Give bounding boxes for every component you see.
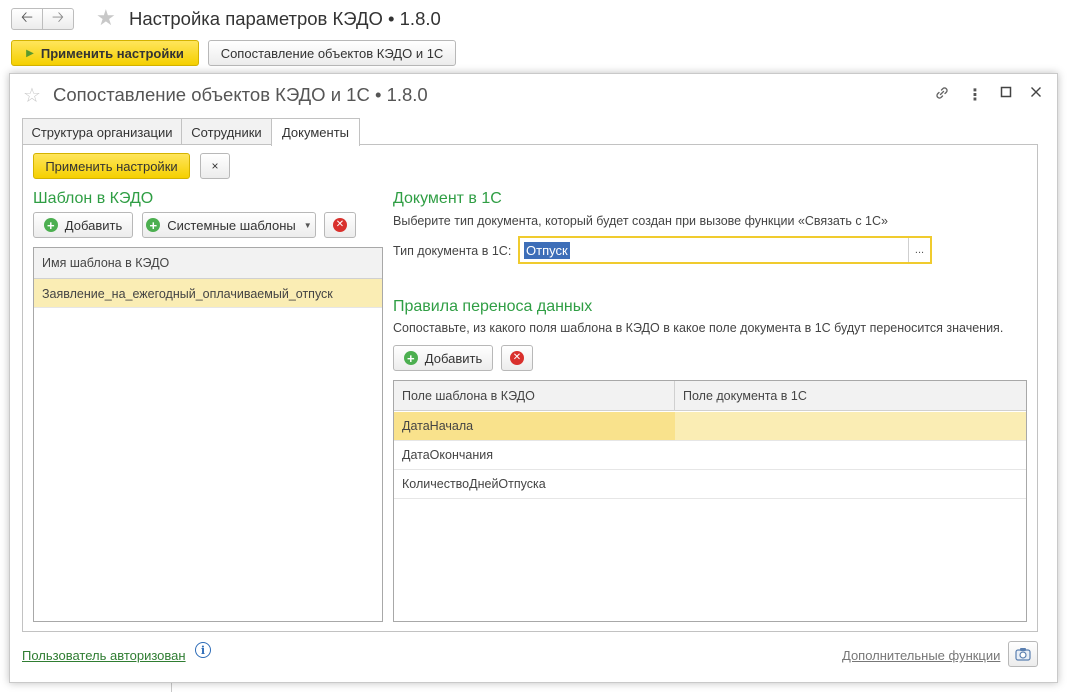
add-icon: + <box>146 218 161 232</box>
close-icon[interactable] <box>1026 85 1046 103</box>
chevron-down-icon: ▼ <box>303 220 312 230</box>
apply-settings-button-inner[interactable]: Применить настройки <box>33 153 190 179</box>
documents-tab-panel: Применить настройки × Шаблон в КЭДО + До… <box>22 144 1038 632</box>
template-add-label: Добавить <box>64 217 123 233</box>
add-icon: + <box>403 351 418 365</box>
document-field-cell[interactable] <box>675 441 683 469</box>
template-delete-button[interactable]: ✕ <box>324 212 356 238</box>
rules-heading: Правила переноса данных <box>393 298 593 315</box>
dialog-title: Сопоставление объектов КЭДО и 1С • 1.8.0 <box>53 84 428 105</box>
forward-button[interactable]: 🡢 <box>42 8 74 30</box>
document-type-value: Отпуск <box>524 242 570 259</box>
template-table[interactable]: Имя шаблона в КЭДО Заявление_на_ежегодны… <box>33 247 383 622</box>
document-type-field[interactable]: Отпуск ... <box>518 236 932 264</box>
apply-settings-label: Применить настройки <box>40 45 184 61</box>
play-icon: ▶ <box>26 47 34 59</box>
system-templates-label: Системные шаблоны <box>167 217 296 233</box>
mapping-button[interactable]: Сопоставление объектов КЭДО и 1С <box>208 40 456 66</box>
arrow-left-icon: 🡠 <box>20 8 34 26</box>
rules-table[interactable]: Поле шаблона в КЭДО Поле документа в 1С … <box>393 380 1027 622</box>
table-row[interactable]: ДатаОкончания <box>394 441 1026 470</box>
tab-documents[interactable]: Документы <box>271 118 360 146</box>
info-icon[interactable]: i <box>195 642 211 658</box>
template-field-cell[interactable]: ДатаОкончания <box>394 441 493 469</box>
column-header-template-field[interactable]: Поле шаблона в КЭДО <box>394 381 675 411</box>
rules-hint: Сопоставьте, из какого поля шаблона в КЭ… <box>393 321 1004 335</box>
document-field-cell[interactable] <box>675 412 683 440</box>
tab-employees[interactable]: Сотрудники <box>181 118 272 145</box>
delete-icon: ✕ <box>333 218 347 232</box>
more-functions-link[interactable]: Дополнительные функции <box>842 648 1000 663</box>
close-small-icon: × <box>211 159 219 173</box>
mapping-label: Сопоставление объектов КЭДО и 1С <box>220 45 444 61</box>
table-row[interactable]: КоличествоДнейОтпуска <box>394 470 1026 499</box>
table-row[interactable]: Заявление_на_ежегодный_оплачиваемый_отпу… <box>34 279 382 308</box>
template-add-button[interactable]: + Добавить <box>33 212 133 238</box>
mapping-dialog: ☆ Сопоставление объектов КЭДО и 1С • 1.8… <box>9 73 1058 683</box>
apply-settings-button[interactable]: ▶ Применить настройки <box>11 40 199 66</box>
table-header: Поле шаблона в КЭДО Поле документа в 1С <box>394 381 1026 411</box>
document-heading: Документ в 1С <box>393 190 502 207</box>
delete-icon: ✕ <box>510 351 524 365</box>
template-field-cell[interactable]: КоличествоДнейОтпуска <box>394 470 546 498</box>
document-field-cell[interactable] <box>675 470 683 498</box>
more-icon[interactable]: ⋮ <box>965 85 985 105</box>
template-heading: Шаблон в КЭДО <box>33 190 154 207</box>
apply-settings-inner-label: Применить настройки <box>45 158 178 174</box>
camera-icon <box>1015 648 1031 661</box>
table-header: Имя шаблона в КЭДО <box>34 248 382 279</box>
column-header[interactable]: Имя шаблона в КЭДО <box>34 248 169 278</box>
tab-structure[interactable]: Структура организации <box>22 118 182 145</box>
document-hint: Выберите тип документа, который будет со… <box>393 214 888 228</box>
back-button[interactable]: 🡠 <box>11 8 43 30</box>
template-field-cell[interactable]: ДатаНачала <box>394 412 675 440</box>
template-name-cell: Заявление_на_ежегодный_оплачиваемый_отпу… <box>42 286 333 301</box>
add-icon: + <box>43 218 58 232</box>
document-type-label: Тип документа в 1С: <box>393 244 512 258</box>
arrow-right-icon: 🡢 <box>51 8 65 26</box>
system-templates-button[interactable]: + Системные шаблоны ▼ <box>142 212 316 238</box>
rules-delete-button[interactable]: ✕ <box>501 345 533 371</box>
maximize-icon[interactable] <box>996 85 1016 103</box>
select-button[interactable]: ... <box>908 238 930 262</box>
star-icon[interactable]: ☆ <box>23 86 41 106</box>
page-title: Настройка параметров КЭДО • 1.8.0 <box>129 8 441 29</box>
rules-add-label: Добавить <box>424 350 483 366</box>
rules-add-button[interactable]: + Добавить <box>393 345 493 371</box>
column-header-document-field[interactable]: Поле документа в 1С <box>675 381 807 411</box>
close-small-button[interactable]: × <box>200 153 230 179</box>
link-icon[interactable] <box>932 85 952 106</box>
screenshot-button[interactable] <box>1008 641 1038 667</box>
auth-link[interactable]: Пользователь авторизован <box>22 648 186 663</box>
table-row[interactable]: ДатаНачала <box>394 412 1026 441</box>
star-icon[interactable]: ★ <box>96 7 116 29</box>
